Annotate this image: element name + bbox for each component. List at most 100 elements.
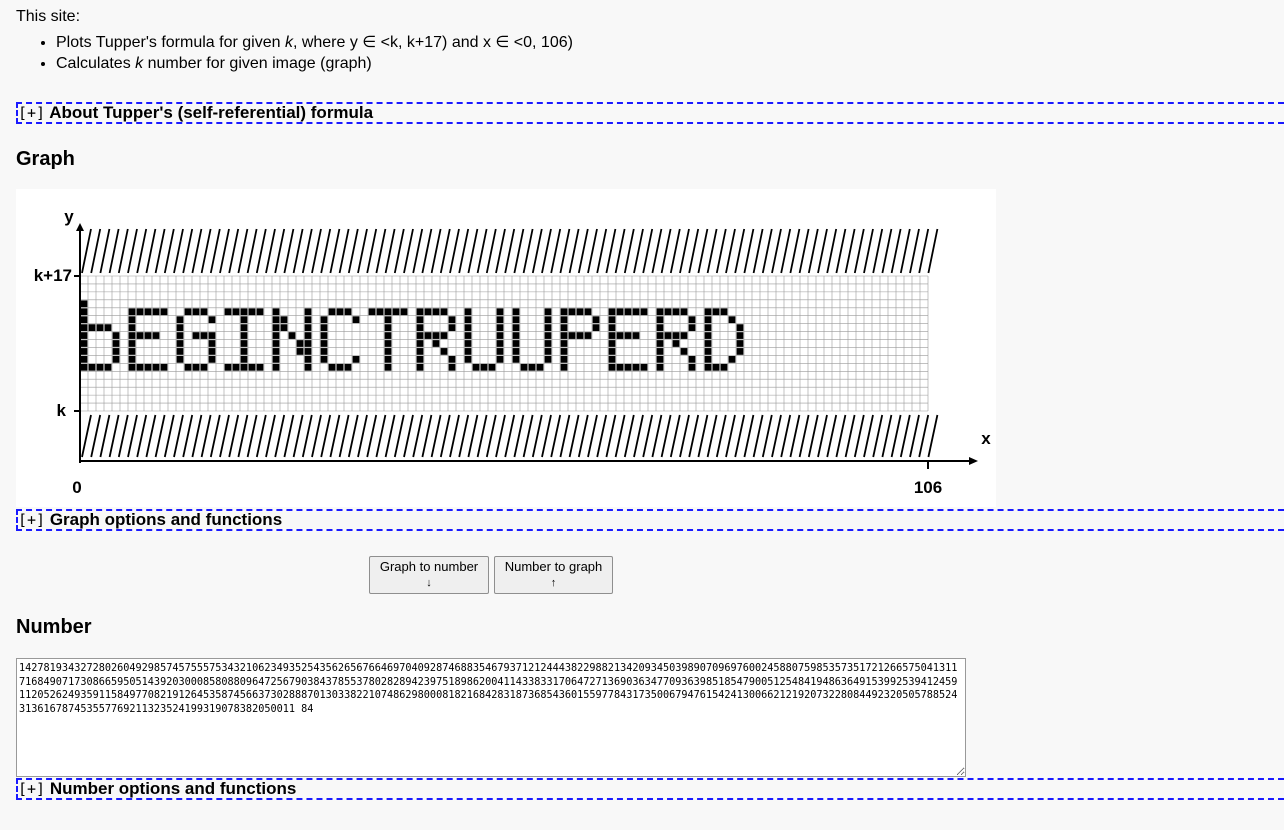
number-options-section[interactable]: [+] Number options and functions [16,778,1284,800]
filled-pixel [544,332,552,339]
filled-pixel [544,356,552,363]
filled-pixel [656,332,664,339]
filled-pixel [448,316,456,324]
filled-pixel [176,324,184,331]
filled-pixel [576,332,584,339]
filled-pixel [440,332,448,339]
filled-pixel [128,316,136,324]
filled-pixel [344,363,352,371]
filled-pixel [656,348,664,355]
filled-pixel [272,324,280,331]
filled-pixel [728,316,736,324]
graph-options-section[interactable]: [+] Graph options and functions [16,509,1284,531]
intro: This site: Plots Tupper's formula for gi… [16,8,573,74]
filled-pixel [432,340,440,347]
about-section[interactable]: [+] About Tupper's (self-referential) fo… [16,102,1284,124]
filled-pixel [328,308,336,316]
filled-pixel [176,356,184,363]
filled-pixel [192,363,200,371]
filled-pixel [208,340,216,347]
filled-pixel [80,308,88,316]
graph-canvas[interactable]: y x k+17 k 0 106 [16,189,996,507]
filled-pixel [272,340,280,347]
filled-pixel [608,356,616,363]
filled-pixel [88,324,96,331]
k-label: k [57,401,67,420]
filled-pixel [608,348,616,355]
filled-pixel [416,356,424,363]
filled-pixel [440,348,448,355]
filled-pixel [256,308,264,316]
filled-pixel [112,332,120,339]
pixel-grid[interactable] [79,275,929,412]
filled-pixel [632,363,640,371]
filled-pixel [384,356,392,363]
filled-pixel [416,324,424,331]
filled-pixel [736,348,744,355]
filled-pixel [136,332,144,339]
filled-pixel [712,308,720,316]
filled-pixel [416,308,424,316]
filled-pixel [656,363,664,371]
filled-pixel [424,308,432,316]
filled-pixel [472,363,480,371]
about-title[interactable]: About Tupper's (self-referential) formul… [49,103,373,122]
filled-pixel [80,332,88,339]
filled-pixel [512,348,520,355]
filled-pixel [656,308,664,316]
expand-toggle[interactable]: [+] [18,780,45,798]
filled-pixel [232,308,240,316]
filled-pixel [480,363,488,371]
filled-pixel [208,332,216,339]
filled-pixel [448,356,456,363]
arrow-down-icon: ↓ [426,577,432,589]
filled-pixel [704,348,712,355]
filled-pixel [616,363,624,371]
filled-pixel [272,308,280,316]
filled-pixel [240,316,248,324]
filled-pixel [240,332,248,339]
filled-pixel [656,340,664,347]
filled-pixel [184,363,192,371]
expand-toggle[interactable]: [+] [18,511,45,529]
filled-pixel [496,308,504,316]
filled-pixel [80,356,88,363]
filled-pixel [712,363,720,371]
filled-pixel [384,348,392,355]
number-to-graph-button[interactable]: Number to graph ↑ [494,556,613,594]
filled-pixel [688,356,696,363]
graph-to-number-button[interactable]: Graph to number ↓ [369,556,489,594]
filled-pixel [80,340,88,347]
filled-pixel [208,348,216,355]
filled-pixel [192,332,200,339]
filled-pixel [80,300,88,308]
graph-panel[interactable]: y x k+17 k 0 106 [16,189,996,507]
filled-pixel [176,316,184,324]
filled-pixel [416,348,424,355]
filled-pixel [344,308,352,316]
number-textarea[interactable]: 1427819343272802604929857457555753432106… [16,658,966,777]
filled-pixel [560,308,568,316]
number-options-title[interactable]: Number options and functions [50,779,297,798]
filled-pixel [384,363,392,371]
filled-pixel [296,348,304,355]
filled-pixel [336,363,344,371]
filled-pixel [416,316,424,324]
filled-pixel [512,356,520,363]
number-heading: Number [16,616,92,638]
graph-options-title[interactable]: Graph options and functions [50,510,282,529]
filled-pixel [560,363,568,371]
filled-pixel [704,340,712,347]
filled-pixel [384,324,392,331]
filled-pixel [584,308,592,316]
filled-pixel [536,363,544,371]
filled-pixel [320,340,328,347]
hatch-band-top [81,228,939,274]
filled-pixel [128,356,136,363]
filled-pixel [520,363,528,371]
y-axis-label: y [64,207,74,226]
filled-pixel [496,356,504,363]
expand-toggle[interactable]: [+] [18,104,45,122]
filled-pixel [720,308,728,316]
filled-pixel [424,332,432,339]
